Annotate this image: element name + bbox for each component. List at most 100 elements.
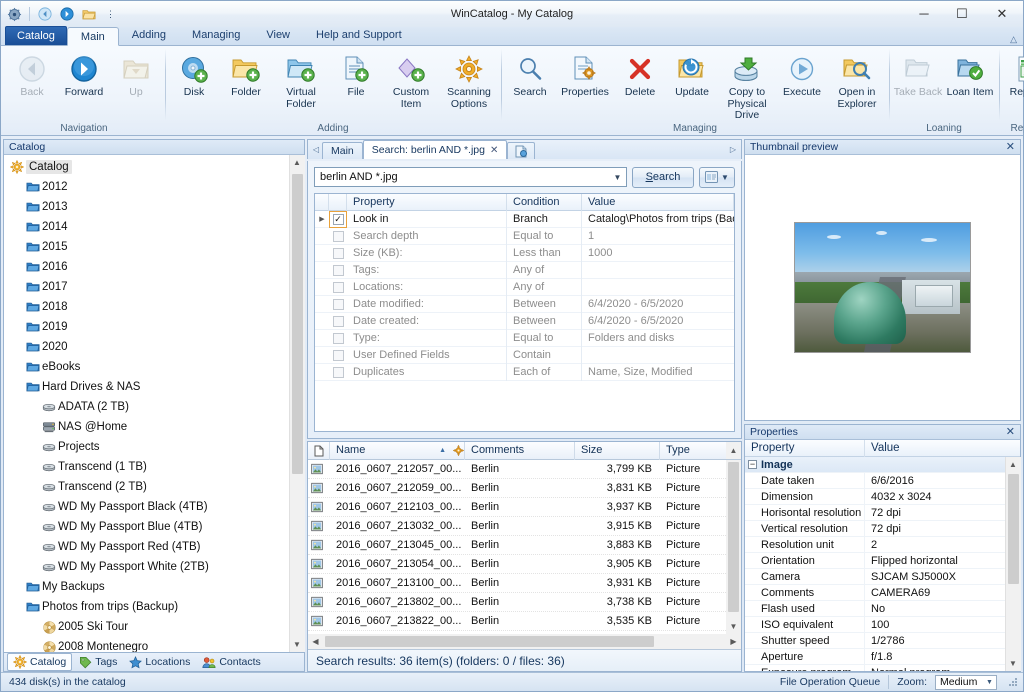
file-list-row[interactable]: 2016_0607_213802_00...Berlin3,738 KBPict… — [308, 593, 726, 612]
qat-more-icon[interactable]: ⋮ — [101, 5, 120, 24]
tree-item[interactable]: Transcend (1 TB) — [4, 457, 289, 477]
criteria-header-property[interactable]: Property — [347, 194, 507, 211]
tree-item[interactable]: 2015 — [4, 237, 289, 257]
search-input[interactable]: berlin AND *.jpg ▼ — [314, 167, 627, 187]
properties-scrollbar[interactable]: ▲ ▼ — [1005, 457, 1020, 671]
file-list-row[interactable]: 2016_0607_213822_00...Berlin3,535 KBPict… — [308, 612, 726, 631]
tree-item[interactable]: WD My Passport Red (4TB) — [4, 537, 289, 557]
ribbon-button-execute[interactable]: Execute — [776, 50, 828, 112]
tree-item[interactable]: ADATA (2 TB) — [4, 397, 289, 417]
properties-row[interactable]: Shutter speed1/2786 — [745, 633, 1005, 649]
tree-item[interactable]: WD My Passport White (2TB) — [4, 557, 289, 577]
tree-item[interactable]: 2020 — [4, 337, 289, 357]
search-criteria-row[interactable]: ▶✓Look inBranchCatalog\Photos from trips… — [315, 211, 734, 228]
file-list-row[interactable]: 2016_0607_212059_00...Berlin3,831 KBPict… — [308, 479, 726, 498]
close-button[interactable]: ✕ — [981, 1, 1023, 26]
criteria-checkbox[interactable] — [329, 364, 347, 381]
file-column-size[interactable]: Size — [575, 442, 660, 460]
ribbon-button-disk[interactable]: Disk — [168, 50, 220, 112]
tree-item[interactable]: My Backups — [4, 577, 289, 597]
criteria-checkbox[interactable] — [329, 279, 347, 296]
hscroll-left-icon[interactable]: ◀ — [308, 634, 323, 649]
properties-row[interactable]: CommentsCAMERA69 — [745, 585, 1005, 601]
tree-item[interactable]: WD My Passport Blue (4TB) — [4, 517, 289, 537]
file-list-row[interactable]: 2016_0607_212057_00...Berlin3,799 KBPict… — [308, 460, 726, 479]
doc-tabs-prev-icon[interactable]: ◁ — [310, 140, 322, 159]
sidebar-tab-catalog[interactable]: Catalog — [7, 653, 72, 671]
zoom-select[interactable]: Medium ▼ — [935, 675, 997, 690]
properties-row[interactable]: Resolution unit2 — [745, 537, 1005, 553]
properties-row[interactable]: Dimension4032 x 3024 — [745, 489, 1005, 505]
file-list-row[interactable]: 2016_0607_213100_00...Berlin3,931 KBPict… — [308, 574, 726, 593]
tree-item[interactable]: 2012 — [4, 177, 289, 197]
ribbon-tab-help-and-support[interactable]: Help and Support — [303, 26, 415, 45]
ribbon-button-reports[interactable]: X Reports — [1002, 50, 1024, 112]
search-button[interactable]: Search — [632, 167, 694, 188]
search-criteria-row[interactable]: Date modified:Between6/4/2020 - 6/5/2020 — [315, 296, 734, 313]
collapse-ribbon-icon[interactable]: △ — [1010, 34, 1017, 45]
file-list-scrollbar[interactable]: ▼ — [726, 460, 741, 634]
file-scroll-thumb[interactable] — [728, 462, 739, 612]
search-criteria-row[interactable]: User Defined FieldsContain — [315, 347, 734, 364]
search-criteria-row[interactable]: Date created:Between6/4/2020 - 6/5/2020 — [315, 313, 734, 330]
tree-item[interactable]: Hard Drives & NAS — [4, 377, 289, 397]
file-list-row[interactable]: 2016_0607_213054_00...Berlin3,905 KBPict… — [308, 555, 726, 574]
file-list-rows[interactable]: 2016_0607_212057_00...Berlin3,799 KBPict… — [308, 460, 726, 634]
ribbon-button-copy-to-physical-drive[interactable]: Copy to Physical Drive — [718, 50, 776, 122]
properties-scroll-down-icon[interactable]: ▼ — [1006, 656, 1021, 671]
ribbon-tab-adding[interactable]: Adding — [119, 26, 179, 45]
ribbon-button-update[interactable]: Update — [666, 50, 718, 112]
ribbon-button-up[interactable]: Up — [110, 50, 162, 112]
ribbon-button-virtual-folder[interactable]: Virtual Folder — [272, 50, 330, 112]
tree-item[interactable]: Catalog — [4, 157, 289, 177]
tree-item[interactable]: Photos from trips (Backup) — [4, 597, 289, 617]
search-criteria-row[interactable]: Size (KB):Less than1000 — [315, 245, 734, 262]
chevron-down-icon[interactable]: ▼ — [721, 173, 729, 182]
file-list-row[interactable]: 2016_0607_213045_00...Berlin3,883 KBPict… — [308, 536, 726, 555]
search-criteria-row[interactable]: Locations:Any of — [315, 279, 734, 296]
file-list-row[interactable]: 2016_0607_212103_00...Berlin3,937 KBPict… — [308, 498, 726, 517]
back-icon[interactable] — [35, 5, 54, 24]
file-column-comments[interactable]: Comments — [465, 442, 575, 460]
criteria-checkbox[interactable]: ✓ — [329, 211, 347, 228]
ribbon-button-folder[interactable]: Folder — [220, 50, 272, 112]
tree-item[interactable]: 2018 — [4, 297, 289, 317]
hscroll-right-icon[interactable]: ▶ — [726, 634, 741, 649]
file-operation-queue-label[interactable]: File Operation Queue — [780, 676, 880, 688]
search-criteria-row[interactable]: Tags:Any of — [315, 262, 734, 279]
sidebar-tab-locations[interactable]: Locations — [124, 655, 195, 670]
ribbon-button-delete[interactable]: Delete — [614, 50, 666, 112]
search-criteria-row[interactable]: DuplicatesEach ofName, Size, Modified — [315, 364, 734, 381]
doc-tabs-next-icon[interactable]: ▷ — [727, 140, 739, 159]
criteria-checkbox[interactable] — [329, 228, 347, 245]
ribbon-button-file[interactable]: File — [330, 50, 382, 112]
tree-item[interactable]: 2016 — [4, 257, 289, 277]
properties-row[interactable]: Exposure programNormal program — [745, 665, 1005, 671]
tree-item[interactable]: WD My Passport Black (4TB) — [4, 497, 289, 517]
properties-row[interactable]: OrientationFlipped horizontal — [745, 553, 1005, 569]
properties-scroll-track[interactable] — [1006, 472, 1021, 656]
properties-rows[interactable]: −ImageDate taken6/6/2016Dimension4032 x … — [745, 457, 1005, 671]
ribbon-button-open-in-explorer[interactable]: Open in Explorer — [828, 50, 886, 112]
ribbon-tab-catalog[interactable]: Catalog — [5, 26, 67, 45]
close-icon[interactable]: ✕ — [490, 141, 498, 160]
close-icon[interactable]: ✕ — [1006, 140, 1015, 154]
properties-row[interactable]: Vertical resolution72 dpi — [745, 521, 1005, 537]
ribbon-button-back[interactable]: Back — [6, 50, 58, 112]
minimize-button[interactable]: ─ — [905, 1, 943, 26]
thumbnail-image[interactable] — [794, 222, 971, 353]
tree-item[interactable]: 2005 Ski Tour — [4, 617, 289, 637]
column-settings-icon[interactable] — [453, 445, 464, 456]
ribbon-button-loan-item[interactable]: Loan Item — [944, 50, 996, 112]
tree-item[interactable]: 2019 — [4, 317, 289, 337]
criteria-checkbox[interactable] — [329, 313, 347, 330]
catalog-tree-scrollbar[interactable]: ▲ ▼ — [289, 155, 304, 652]
ribbon-tab-managing[interactable]: Managing — [179, 26, 253, 45]
hscroll-thumb[interactable] — [325, 636, 654, 647]
hscroll-track[interactable] — [323, 634, 726, 649]
ribbon-button-scanning-options[interactable]: Scanning Options — [440, 50, 498, 112]
close-icon[interactable]: ✕ — [1006, 425, 1015, 439]
tree-item[interactable]: 2008 Montenegro — [4, 637, 289, 652]
ribbon-button-forward[interactable]: Forward — [58, 50, 110, 112]
properties-group-row[interactable]: −Image — [745, 457, 1005, 473]
